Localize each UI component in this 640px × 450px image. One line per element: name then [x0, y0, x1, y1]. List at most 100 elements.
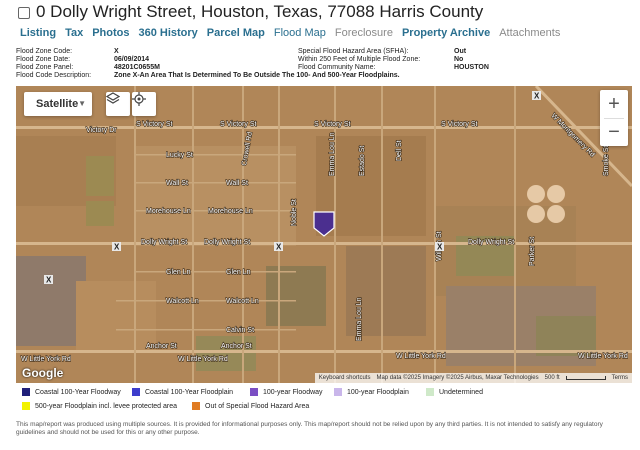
legend-swatch	[250, 388, 258, 396]
zone-x-marker: X	[114, 243, 120, 252]
tab-tax[interactable]: Tax	[65, 27, 83, 41]
street-label-w-little-york-rd-1: W Little York Rd	[21, 356, 71, 363]
street-label-emma-lou-ln-1: Emma Lou Ln	[329, 132, 336, 176]
street-label-glen-ln-1: Glen Ln	[166, 269, 191, 276]
community-value: HOUSTON	[454, 64, 489, 71]
sfha-value: Out	[454, 48, 467, 55]
flood-code-description-value: Zone X-An Area That Is Determined To Be …	[114, 72, 400, 79]
zone-x-marker: X	[276, 243, 282, 252]
street-label-dolly-wright-st-2: Dolly Wright St	[204, 239, 250, 246]
street-label-victory-dr: Victory Dr	[86, 127, 117, 134]
locate-button[interactable]	[132, 92, 156, 116]
keyboard-shortcuts-link[interactable]: Keyboard shortcuts	[319, 375, 371, 381]
street-label-emma-lou-ln-2: Emma Lou Ln	[356, 297, 363, 341]
layers-button[interactable]	[106, 92, 130, 116]
crosshair-icon	[132, 92, 146, 106]
tab-foreclosure[interactable]: Foreclosure	[335, 27, 393, 41]
street-label-s-victory-st-3: S Victory St	[314, 121, 350, 128]
street-label-anchor-st-2: Anchor St	[221, 343, 252, 350]
disclaimer-text: This map/report was produced using multi…	[16, 421, 603, 436]
street-label-estado-st: Estado St	[359, 146, 366, 176]
flood-zone-date-value: 06/09/2014	[114, 56, 150, 63]
street-label-w-little-york-rd-3: W Little York Rd	[396, 353, 446, 360]
zone-x-marker: X	[534, 92, 540, 101]
tab-flood-map[interactable]: Flood Map	[274, 27, 326, 41]
flood-legend: Coastal 100-Year Floodway Coastal 100-Ye…	[22, 388, 632, 416]
tab-photos[interactable]: Photos	[92, 27, 129, 41]
legend-label: 100-year Floodplain	[347, 388, 409, 396]
legend-swatch	[334, 388, 342, 396]
street-label-noble-st: Noble St	[291, 199, 298, 226]
legend-swatch	[132, 388, 140, 396]
street-label-dolly-wright-st-3: Dolly Wright St	[468, 239, 514, 246]
tab-listing[interactable]: Listing	[20, 27, 56, 41]
tab-attachments[interactable]: Attachments	[499, 27, 560, 41]
legend-item: Out of Special Flood Hazard Area	[192, 402, 309, 410]
select-checkbox[interactable]	[18, 7, 30, 19]
layers-icon	[106, 92, 120, 104]
street-label-dell-st: Dell St	[396, 140, 403, 161]
sfha-label: Special Flood Hazard Area (SFHA):	[298, 48, 409, 55]
scale-bar	[565, 376, 606, 380]
map-data-attribution: Map data ©2025 Imagery ©2025 Airbus, Max…	[376, 375, 539, 381]
street-label-w-little-york-rd-2: W Little York Rd	[178, 356, 228, 363]
within-250-value: No	[454, 56, 464, 63]
legend-item: Coastal 100-Year Floodplain	[132, 388, 233, 396]
flood-zone-date-label: Flood Zone Date:	[16, 56, 71, 63]
terms-link[interactable]: Terms	[612, 375, 628, 381]
flood-code-description-label: Flood Code Description:	[16, 72, 92, 79]
tab-bar: Listing Tax Photos 360 History Parcel Ma…	[20, 27, 560, 41]
page-title: 0 Dolly Wright Street, Houston, Texas, 7…	[36, 2, 484, 21]
zone-x-marker: X	[46, 276, 52, 285]
street-label-wall-st-2: Wall St	[226, 180, 248, 187]
chevron-down-icon: ▼	[78, 99, 86, 108]
legend-label: 500-year Floodplain incl. levee protecte…	[35, 402, 178, 410]
satellite-imagery: Victory Dr S Victory St S Victory St S V…	[16, 86, 632, 383]
tab-parcel-map[interactable]: Parcel Map	[207, 27, 265, 41]
legend-item: 500-year Floodplain incl. levee protecte…	[22, 402, 177, 410]
street-label-walcott-ln-1: Walcott Ln	[166, 298, 199, 305]
scale-label[interactable]: 500 ft	[545, 375, 560, 381]
map-type-label: Satellite	[36, 98, 79, 110]
legend-label: Out of Special Flood Hazard Area	[205, 402, 310, 410]
zone-x-marker: X	[437, 243, 443, 252]
legend-swatch	[22, 402, 30, 410]
google-logo: Google	[22, 366, 64, 380]
street-label-glen-ln-2: Glen Ln	[226, 269, 251, 276]
map-attribution-bar: Keyboard shortcuts Map data ©2025 Imager…	[314, 373, 632, 383]
legend-label: 100-year Floodway	[263, 388, 323, 396]
zoom-divider	[604, 118, 624, 119]
legend-swatch	[192, 402, 200, 410]
tab-360-history[interactable]: 360 History	[138, 27, 197, 41]
tab-property-archive[interactable]: Property Archive	[402, 27, 490, 41]
flood-zone-panel-value: 48201C0655M	[114, 64, 160, 71]
street-label-s-victory-st-4: S Victory St	[441, 121, 477, 128]
zoom-out-button[interactable]: −	[600, 118, 628, 146]
street-label-s-victory-st-2: S Victory St	[220, 121, 256, 128]
legend-item: 100-year Floodway	[250, 388, 323, 396]
street-label-w-little-york-rd-4: W Little York Rd	[578, 353, 628, 360]
zoom-control: + −	[600, 90, 628, 146]
street-label-anchor-st-1: Anchor St	[146, 343, 177, 350]
legend-item: Coastal 100-Year Floodway	[22, 388, 121, 396]
page-header: 0 Dolly Wright Street, Houston, Texas, 7…	[0, 0, 640, 26]
street-label-calvin-st: Calvin St	[226, 327, 254, 334]
within-250-label: Within 250 Feet of Multiple Flood Zone:	[298, 56, 421, 63]
map-type-select[interactable]: Satellite ▼	[24, 92, 92, 116]
street-label-walcott-ln-2: Walcott Ln	[226, 298, 259, 305]
street-label-morehouse-ln-1: Morehouse Ln	[146, 208, 191, 215]
legend-swatch	[22, 388, 30, 396]
street-label-lucky-st: Lucky St	[166, 152, 193, 159]
street-label-parker-st: Parker St	[529, 237, 536, 266]
legend-label: Coastal 100-Year Floodway	[35, 388, 121, 396]
flood-map[interactable]: Victory Dr S Victory St S Victory St S V…	[16, 86, 632, 383]
flood-info-panel: Flood Zone Code: X Special Flood Hazard …	[16, 48, 616, 80]
flood-zone-code-value: X	[114, 48, 119, 55]
street-label-wall-st-1: Wall St	[166, 180, 188, 187]
legend-label: Coastal 100-Year Floodplain	[145, 388, 234, 396]
legend-item: Undetermined	[426, 388, 483, 396]
flood-zone-panel-label: Flood Zone Panel:	[16, 64, 74, 71]
street-label-dolly-wright-st-1: Dolly Wright St	[141, 239, 187, 246]
zoom-in-button[interactable]: +	[600, 90, 628, 118]
legend-item: 100-year Floodplain	[334, 388, 409, 396]
